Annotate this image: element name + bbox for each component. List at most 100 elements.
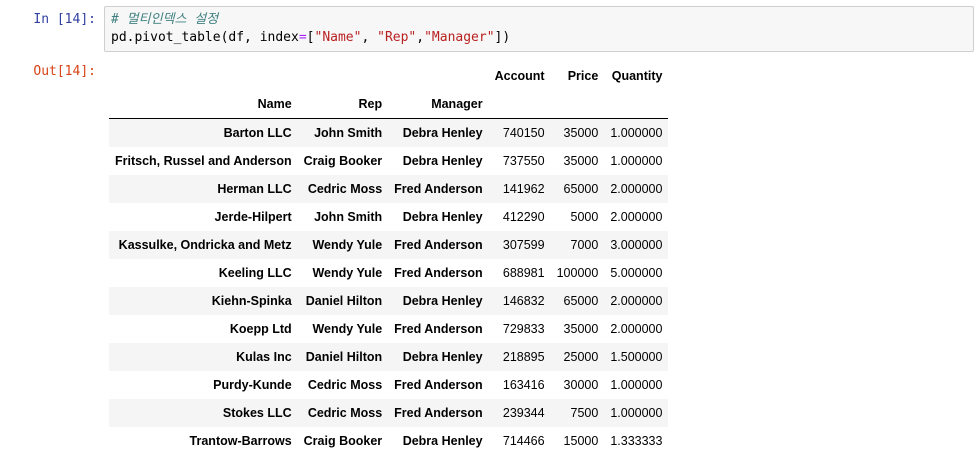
header-blank [388, 62, 488, 90]
row-index-name: Koepp Ltd [229, 322, 292, 336]
row-index-name: Kulas Inc [236, 350, 292, 364]
cell-quantity: 1.000000 [610, 154, 663, 168]
row-index-rep: Daniel Hilton [305, 350, 383, 364]
row-index-name: Barton LLC [223, 126, 292, 140]
row-index-rep: Wendy Yule [312, 322, 383, 336]
cell-account: 714466 [502, 434, 545, 448]
output-prompt: Out[14]: [33, 64, 96, 79]
row-index-manager: Debra Henley [402, 154, 483, 168]
row-index-manager: Debra Henley [402, 350, 483, 364]
code-operator: = [298, 30, 307, 45]
row-index-manager: Fred Anderson [394, 406, 483, 420]
cell-account: 146832 [502, 294, 545, 308]
code-text: ]) [494, 30, 511, 45]
row-index-manager: Fred Anderson [394, 238, 483, 252]
row-index-rep: Daniel Hilton [305, 294, 383, 308]
cell-price: 35000 [563, 322, 599, 336]
column-header-account: Account [494, 69, 545, 83]
table-row: Trantow-Barrows Craig Booker Debra Henley 7… [109, 427, 669, 455]
row-index-name: Kiehn-Spinka [211, 294, 292, 308]
row-index-rep: Cedric Moss [307, 378, 383, 392]
table-body: Barton LLC John Smith Debra Henley 740150 35… [109, 118, 669, 455]
code-cell-editor[interactable]: # 멀티인덱스 설정 pd.pivot_table(df, index=["Na… [104, 6, 974, 52]
code-text: , [361, 30, 378, 45]
row-index-name: Trantow-Barrows [189, 434, 292, 448]
cell-price: 5000 [570, 210, 599, 224]
header-blank [604, 90, 669, 119]
cell-price: 65000 [563, 294, 599, 308]
cell-price: 35000 [563, 154, 599, 168]
row-index-rep: Craig Booker [303, 434, 383, 448]
table-row: Jerde-Hilpert John Smith Debra Henley 41229… [109, 203, 669, 231]
row-index-rep: Wendy Yule [312, 238, 383, 252]
cell-quantity: 1.000000 [610, 378, 663, 392]
cell-account: 688981 [502, 266, 545, 280]
cell-account: 163416 [502, 378, 545, 392]
cell-account: 740150 [502, 126, 545, 140]
code-string: "Manager" [424, 30, 495, 45]
row-index-manager: Debra Henley [402, 210, 483, 224]
row-index-manager: Debra Henley [402, 434, 483, 448]
table-row: Purdy-Kunde Cedric Moss Fred Anderson 16341… [109, 371, 669, 399]
cell-quantity: 1.333333 [610, 434, 663, 448]
cell-price: 25000 [563, 350, 599, 364]
row-index-name: Fritsch, Russel and Anderson [115, 154, 292, 168]
header-blank [488, 90, 551, 119]
cell-quantity: 3.000000 [610, 238, 663, 252]
row-index-rep: Craig Booker [303, 154, 383, 168]
row-index-name: Keeling LLC [218, 266, 292, 280]
cell-account: 737550 [502, 154, 545, 168]
row-index-name: Jerde-Hilpert [214, 210, 292, 224]
table-row: Herman LLC Cedric Moss Fred Anderson 141962… [109, 175, 669, 203]
code-text: , [416, 30, 425, 45]
cell-account: 307599 [502, 238, 545, 252]
table-row: Keeling LLC Wendy Yule Fred Anderson 688981… [109, 259, 669, 287]
header-blank [298, 62, 389, 90]
table-row: Kassulke, Ondricka and Metz Wendy Yule Fre… [109, 231, 669, 259]
cell-quantity: 1.000000 [610, 126, 663, 140]
code-comment: # 멀티인덱스 설정 [111, 12, 219, 27]
cell-quantity: 2.000000 [610, 322, 663, 336]
row-index-rep: Cedric Moss [307, 406, 383, 420]
code-text: pd.pivot_table(df, index [111, 30, 299, 45]
code-string: "Name" [314, 30, 362, 45]
index-name-manager: Manager [388, 90, 489, 119]
cell-price: 15000 [563, 434, 599, 448]
row-index-name: Purdy-Kunde [213, 378, 292, 392]
row-index-name: Stokes LLC [222, 406, 292, 420]
cell-account: 729833 [502, 322, 545, 336]
row-index-manager: Fred Anderson [394, 266, 483, 280]
cell-price: 7000 [570, 238, 599, 252]
code-text: [ [306, 30, 315, 45]
table-row: Kulas Inc Daniel Hilton Debra Henley 218895… [109, 343, 669, 371]
output-area: Account Price Quantity Name Rep Manager … [109, 62, 669, 455]
header-row-values: Account Price Quantity [109, 62, 668, 90]
row-index-rep: Cedric Moss [307, 182, 383, 196]
input-prompt: In [14]: [33, 12, 96, 27]
cell-quantity: 1.000000 [610, 406, 663, 420]
row-index-manager: Debra Henley [402, 126, 483, 140]
cell-price: 30000 [563, 378, 599, 392]
index-name-rep: Rep [297, 90, 389, 119]
cell-price: 7500 [570, 406, 599, 420]
column-header-price: Price [567, 69, 599, 83]
row-index-name: Herman LLC [217, 182, 292, 196]
table-row: Kiehn-Spinka Daniel Hilton Debra Henley 146… [109, 287, 669, 315]
table-row: Fritsch, Russel and Anderson Craig Booker… [109, 147, 669, 175]
row-index-manager: Fred Anderson [394, 182, 483, 196]
row-index-manager: Fred Anderson [394, 322, 483, 336]
cell-account: 239344 [502, 406, 545, 420]
header-row-index: Name Rep Manager [109, 90, 669, 119]
cell-account: 141962 [502, 182, 545, 196]
code-string: "Rep" [377, 30, 417, 45]
table-row: Barton LLC John Smith Debra Henley 740150 35… [109, 118, 669, 147]
row-index-name: Kassulke, Ondricka and Metz [118, 238, 292, 252]
row-index-manager: Debra Henley [402, 294, 483, 308]
cell-quantity: 5.000000 [610, 266, 663, 280]
header-blank [550, 90, 605, 119]
table-row: Koepp Ltd Wendy Yule Fred Anderson 729833 35… [109, 315, 669, 343]
pivot-table: Account Price Quantity Name Rep Manager … [109, 62, 669, 455]
cell-account: 412290 [502, 210, 545, 224]
cell-price: 65000 [563, 182, 599, 196]
header-blank [109, 62, 298, 90]
